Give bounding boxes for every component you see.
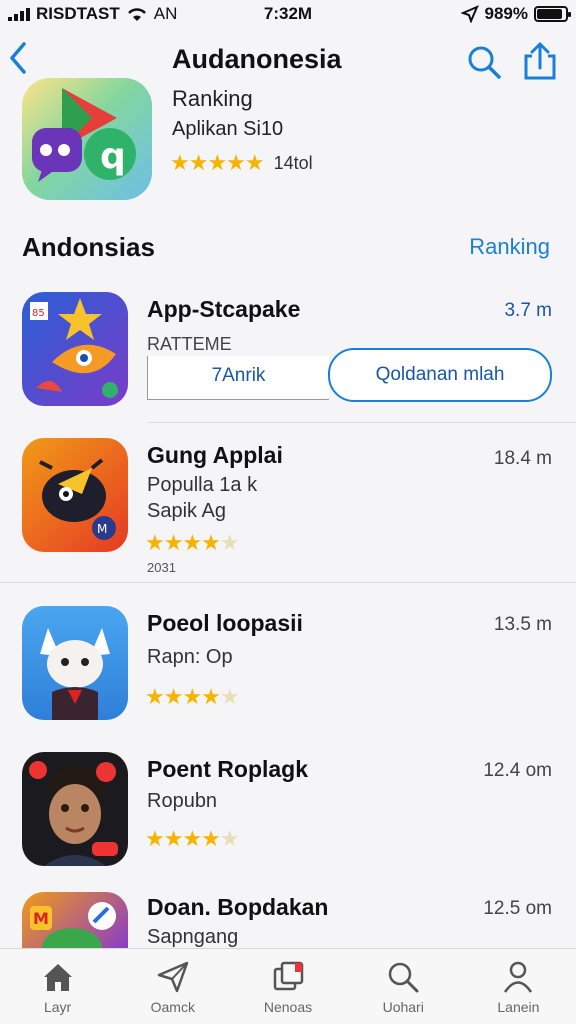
tab-label: Layr	[43, 999, 72, 1015]
app-title: Audanonesia	[172, 44, 342, 74]
ranking-link[interactable]: Ranking	[469, 234, 550, 260]
item-developer-2: Populla 1a k	[147, 474, 258, 496]
app-category: Aplikan Si10	[172, 118, 284, 140]
tab-label: Nenoas	[263, 999, 313, 1015]
location-icon	[460, 5, 479, 23]
tab-label: Uohari	[382, 999, 424, 1015]
tab-lanein[interactable]: Lanein	[461, 949, 576, 1024]
avatar-portrait-icon	[29, 761, 118, 866]
item-category-2: Sapik Ag	[147, 500, 226, 522]
item-size-4: 12.4 om	[483, 760, 552, 781]
status-right: 989%	[460, 4, 571, 24]
item-icon-3[interactable]	[22, 606, 128, 720]
paper-plane-icon	[157, 961, 189, 993]
item-size-1: 3.7 m	[504, 300, 552, 321]
item-label-1: RATTEME	[147, 334, 232, 354]
back-button[interactable]	[6, 38, 36, 82]
item-size-2: 18.4 m	[493, 448, 552, 469]
battery-icon	[534, 6, 571, 22]
item-size-3: 13.5 m	[493, 614, 552, 635]
cat-character-icon	[40, 628, 110, 720]
status-bar: RISDTAST AN 7:32M 989%	[0, 0, 576, 28]
person-icon	[504, 961, 533, 993]
item-note-2: 2031	[147, 560, 176, 575]
rating-stars-4: ★★★★★	[145, 826, 240, 851]
item-developer-3: Rapn: Op	[147, 646, 233, 668]
rating-count: 14tol	[273, 152, 313, 173]
rating-stars: ★★★★★	[170, 150, 265, 175]
stack-icon	[273, 961, 304, 991]
tab-nenoas[interactable]: Nenoas	[230, 949, 345, 1024]
svg-text:q: q	[100, 136, 126, 177]
svg-text:85: 85	[32, 308, 45, 319]
divider	[147, 422, 576, 423]
app-rating: ★★★★★ 14tol	[170, 150, 313, 176]
game-character-icon: M	[30, 902, 116, 948]
search-icon	[388, 962, 419, 993]
item-name-3[interactable]: Poeol loopasii	[147, 610, 303, 637]
chevron-left-icon	[10, 42, 26, 74]
battery-percent: 989%	[484, 4, 528, 23]
tab-layr[interactable]: Layr	[0, 949, 115, 1024]
section-title: Andonsias	[22, 232, 155, 262]
search-button[interactable]	[464, 42, 504, 82]
item-icon-4[interactable]	[22, 752, 128, 866]
svg-text:M: M	[33, 909, 49, 928]
rating-stars-2: ★★★★★	[145, 530, 240, 555]
get-button-1[interactable]: Qoldanan mlah	[328, 348, 552, 402]
tab-uohari[interactable]: Uohari	[346, 949, 461, 1024]
tab-label: Oamck	[150, 999, 195, 1015]
item-developer-5: Sapngang	[147, 926, 239, 948]
tab-label: Lanein	[497, 999, 540, 1015]
app-subtitle: Ranking	[172, 86, 253, 111]
search-icon	[468, 46, 501, 79]
bird-game-icon: M	[39, 458, 116, 540]
item-icon-2[interactable]: M	[22, 438, 128, 552]
svg-text:M: M	[97, 522, 107, 536]
item-developer-4: Ropubn	[147, 790, 218, 812]
item-name-5[interactable]: Doan. Bopdakan	[147, 894, 328, 921]
item-size-5: 12.5 om	[483, 898, 552, 919]
item-name-2[interactable]: Gung Applai	[147, 442, 283, 469]
play-chat-logo: q	[22, 78, 152, 200]
share-icon	[524, 42, 556, 80]
tab-oamck[interactable]: Oamck	[115, 949, 230, 1024]
item-name-1[interactable]: App-Stcapake	[147, 296, 300, 323]
item-icon-5[interactable]: M	[22, 892, 128, 948]
item-icon-1[interactable]: 85	[22, 292, 128, 406]
secondary-button-1[interactable]: 7Anrik	[147, 356, 329, 400]
app-icon: q	[22, 78, 152, 200]
divider	[0, 582, 576, 583]
rocket-star-icon: 85	[30, 298, 118, 398]
tab-bar: Layr Oamck Nenoas Uohari Lanein	[0, 948, 576, 1024]
home-icon	[43, 964, 72, 991]
share-button[interactable]	[520, 40, 560, 80]
item-name-4[interactable]: Poent Roplagk	[147, 756, 308, 783]
rating-stars-3: ★★★★★	[145, 684, 240, 709]
